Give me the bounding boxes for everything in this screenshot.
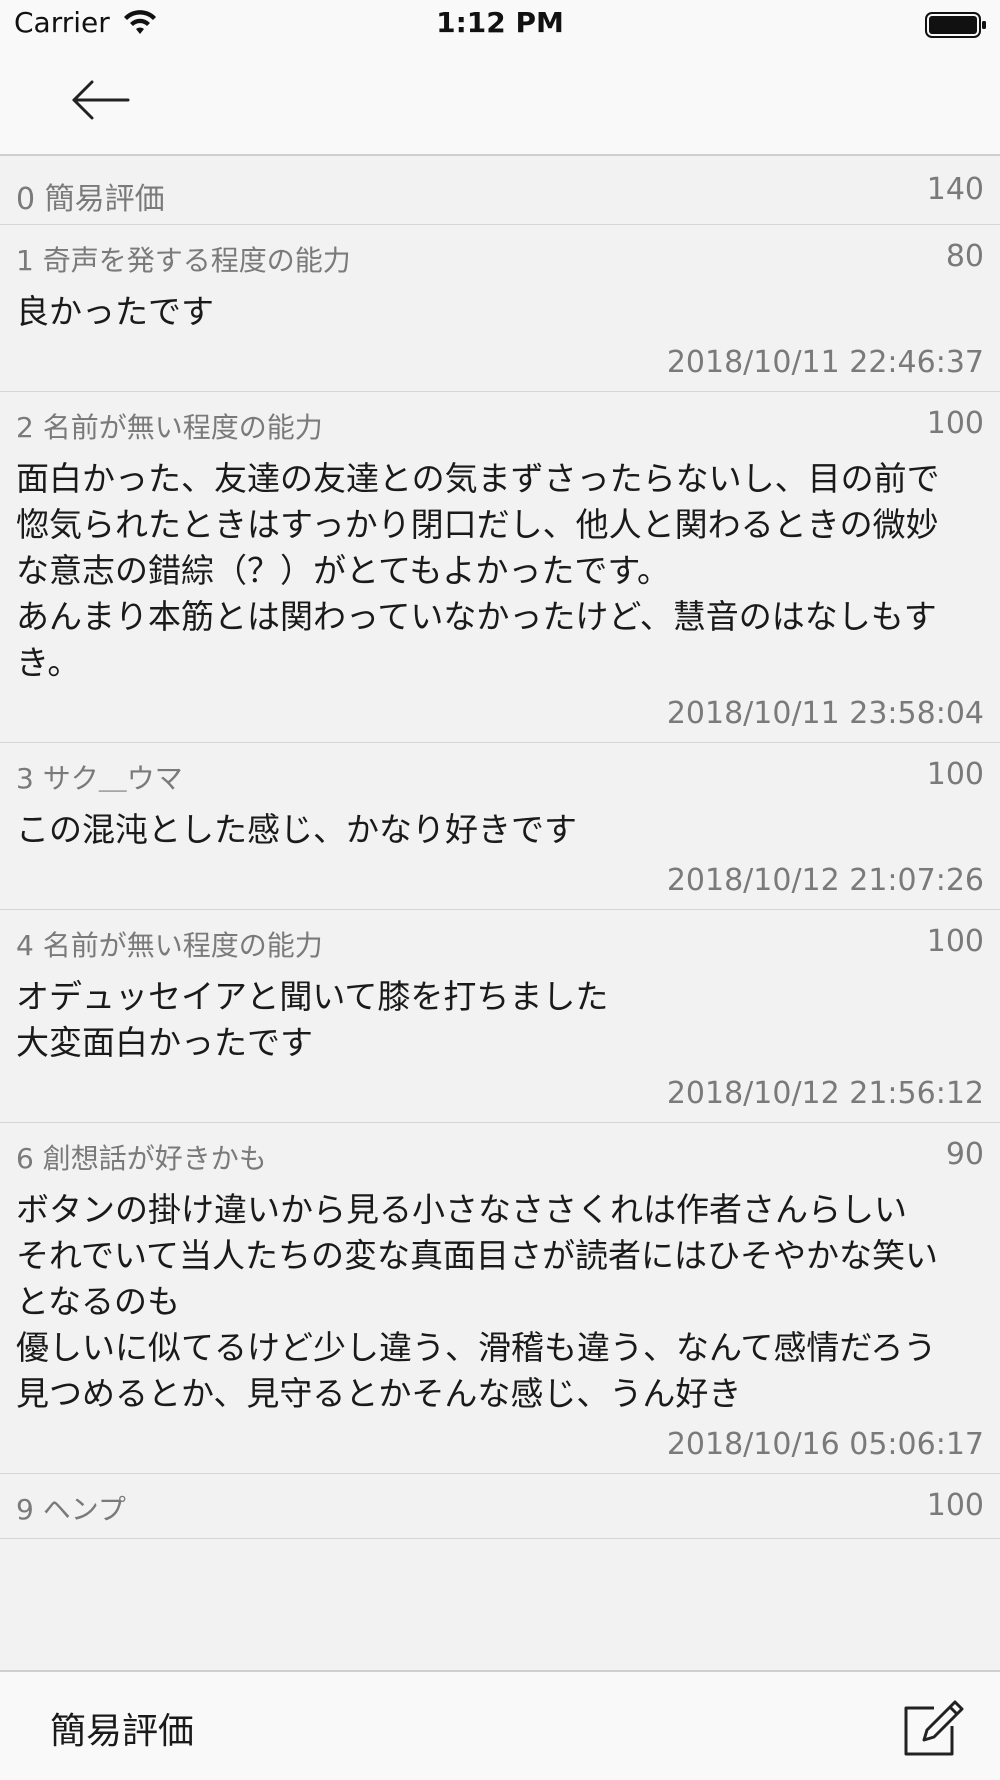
back-button[interactable] <box>60 70 140 130</box>
review-timestamp: 2018/10/11 23:58:04 <box>666 696 984 731</box>
review-row[interactable]: 6 創想話が好きかも 90 ボタンの掛け違いから見る小さなささくれは作者さんらし… <box>0 1123 1000 1474</box>
battery-icon <box>925 12 986 38</box>
review-row[interactable]: 1 奇声を発する程度の能力 80 良かったです 2018/10/11 22:46… <box>0 225 1000 392</box>
review-name: サク＿ウマ <box>42 762 183 795</box>
review-body: ボタンの掛け違いから見る小さなささくれは作者さんらしい それでいて当人たちの変な… <box>16 1190 939 1413</box>
review-author: 4 名前が無い程度の能力 <box>16 924 323 964</box>
review-name: 名前が無い程度の能力 <box>42 411 323 444</box>
section-index: 0 <box>16 182 36 217</box>
review-author: 9 ヘンプ <box>16 1488 126 1528</box>
bottom-toolbar: 簡易評価 <box>0 1670 1000 1780</box>
review-index: 9 <box>16 1493 34 1526</box>
review-body: この混沌とした感じ、かなり好きです <box>16 810 577 849</box>
compose-button[interactable] <box>900 1696 964 1760</box>
review-author: 6 創想話が好きかも <box>16 1137 267 1177</box>
review-index: 6 <box>16 1142 34 1175</box>
review-author: 3 サク＿ウマ <box>16 757 183 797</box>
review-score: 90 <box>945 1137 984 1172</box>
review-index: 1 <box>16 244 34 277</box>
compose-icon <box>904 1700 964 1756</box>
review-body: オデュッセイアと聞いて膝を打ちました 大変面白かったです <box>16 977 609 1062</box>
section-title-label: 簡易評価 <box>44 182 165 217</box>
section-count: 140 <box>926 172 984 207</box>
review-timestamp: 2018/10/12 21:07:26 <box>666 863 984 898</box>
review-body: 良かったです <box>16 292 214 331</box>
clock: 1:12 PM <box>436 6 564 39</box>
arrow-left-icon <box>72 80 130 120</box>
review-author: 1 奇声を発する程度の能力 <box>16 239 351 279</box>
section-title: 0 簡易評価 <box>16 174 165 218</box>
review-author: 2 名前が無い程度の能力 <box>16 406 323 446</box>
review-score: 100 <box>926 757 984 792</box>
review-timestamp: 2018/10/12 21:56:12 <box>666 1076 984 1111</box>
section-header: 0 簡易評価 140 <box>0 156 1000 225</box>
review-timestamp: 2018/10/11 22:46:37 <box>666 345 984 380</box>
review-row[interactable]: 2 名前が無い程度の能力 100 面白かった、友達の友達との気まずさったらないし… <box>0 392 1000 743</box>
toolbar-title-button[interactable]: 簡易評価 <box>50 1702 194 1754</box>
review-index: 4 <box>16 929 34 962</box>
review-index: 3 <box>16 762 34 795</box>
review-row[interactable]: 3 サク＿ウマ 100 この混沌とした感じ、かなり好きです 2018/10/12… <box>0 743 1000 910</box>
review-list[interactable]: 0 簡易評価 140 1 奇声を発する程度の能力 80 良かったです 2018/… <box>0 156 1000 1670</box>
review-score: 100 <box>926 406 984 441</box>
navigation-bar <box>0 50 1000 156</box>
review-body: 面白かった、友達の友達との気まずさったらないし、目の前で惚気られたときはすっかり… <box>16 459 940 682</box>
review-row[interactable]: 9 ヘンプ 100 <box>0 1474 1000 1539</box>
review-name: ヘンプ <box>42 1493 126 1526</box>
review-index: 2 <box>16 411 34 444</box>
review-name: 名前が無い程度の能力 <box>42 929 323 962</box>
review-name: 創想話が好きかも <box>42 1142 267 1175</box>
review-score: 100 <box>926 924 984 959</box>
review-timestamp: 2018/10/16 05:06:17 <box>666 1427 984 1462</box>
review-name: 奇声を発する程度の能力 <box>42 244 351 277</box>
review-row[interactable]: 4 名前が無い程度の能力 100 オデュッセイアと聞いて膝を打ちました 大変面白… <box>0 910 1000 1123</box>
review-score: 100 <box>926 1488 984 1523</box>
review-score: 80 <box>945 239 984 274</box>
status-bar: Carrier 1:12 PM <box>0 0 1000 50</box>
